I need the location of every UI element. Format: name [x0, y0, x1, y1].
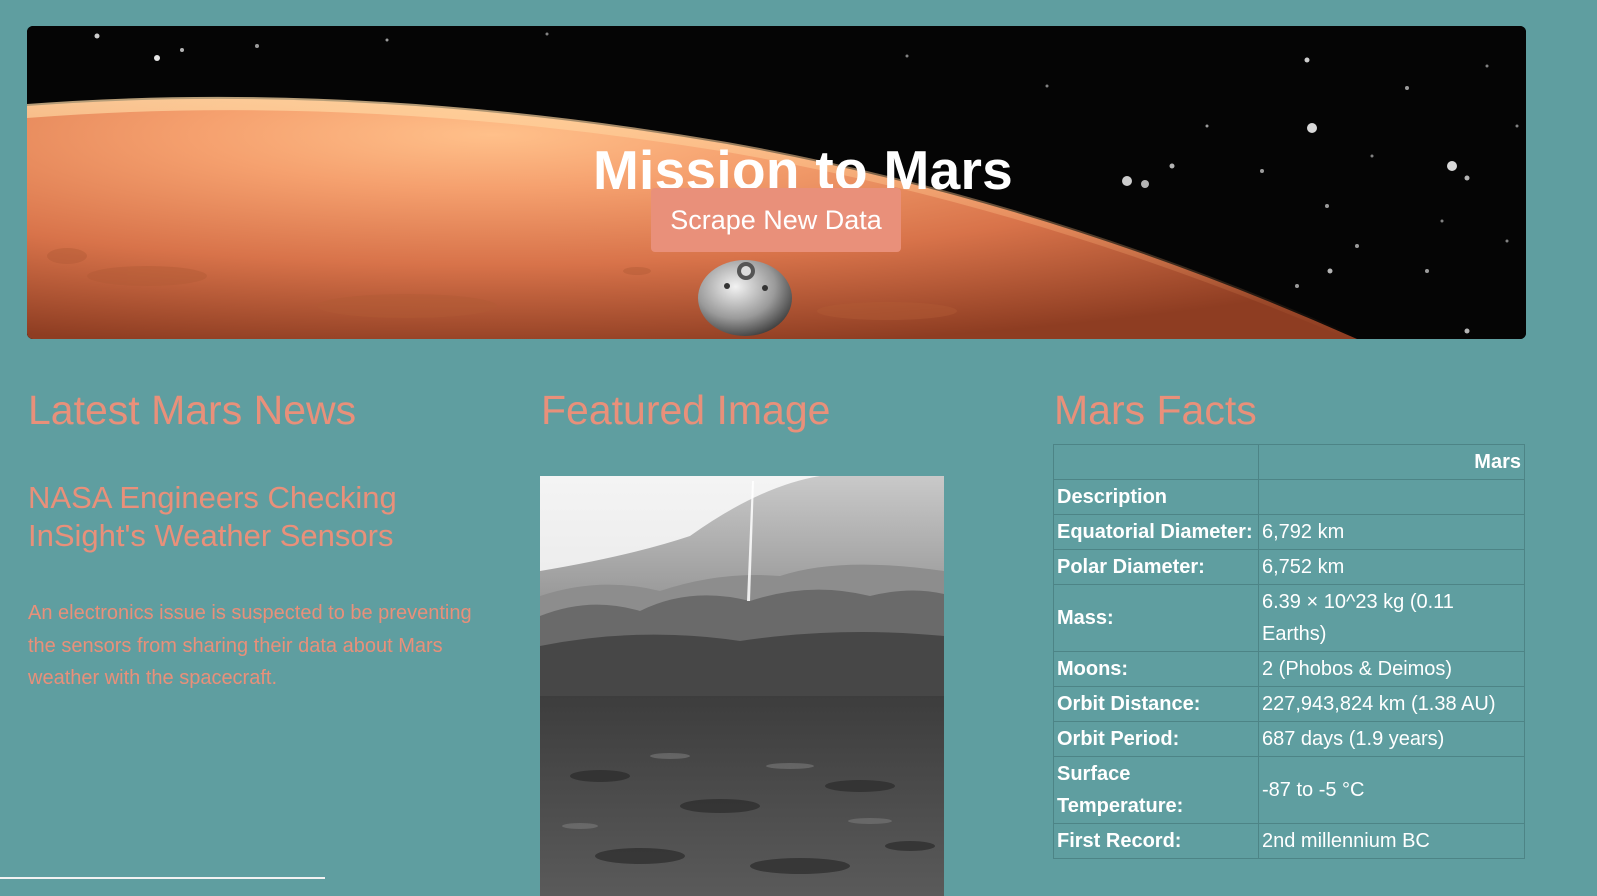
featured-image-heading: Featured Image: [541, 387, 831, 433]
fact-label: Orbit Period:: [1053, 721, 1259, 757]
mars-surface-photo: [540, 476, 944, 896]
fact-label: First Record:: [1053, 823, 1259, 859]
featured-image[interactable]: [540, 476, 944, 896]
fact-label: Equatorial Diameter:: [1053, 514, 1259, 550]
table-row: Moons: 2 (Phobos & Deimos): [1053, 651, 1525, 687]
fact-label: Polar Diameter:: [1053, 549, 1259, 585]
fact-label: Moons:: [1053, 651, 1259, 687]
fact-value: 2 (Phobos & Deimos): [1258, 651, 1525, 687]
fact-value: 2nd millennium BC: [1258, 823, 1525, 859]
table-row: Polar Diameter: 6,752 km: [1053, 549, 1525, 585]
fact-value: 6,752 km: [1258, 549, 1525, 585]
table-row: Equatorial Diameter: 6,792 km: [1053, 514, 1525, 550]
table-row: Orbit Period: 687 days (1.9 years): [1053, 721, 1525, 757]
fact-label: Description: [1053, 479, 1259, 515]
fact-label: Mass:: [1053, 584, 1259, 652]
mars-facts-heading: Mars Facts: [1054, 387, 1257, 433]
table-row: Mass: 6.39 × 10^23 kg (0.11 Earths): [1053, 584, 1525, 652]
news-title: NASA Engineers Checking InSight's Weathe…: [28, 480, 397, 553]
fact-value: 227,943,824 km (1.38 AU): [1258, 686, 1525, 722]
latest-news-heading: Latest Mars News: [28, 387, 357, 433]
table-row: First Record: 2nd millennium BC: [1053, 823, 1525, 859]
fact-label: Orbit Distance:: [1053, 686, 1259, 722]
table-header-mars: Mars: [1258, 444, 1525, 480]
table-row: Surface Temperature: -87 to -5 °C: [1053, 756, 1525, 824]
table-row: Orbit Distance: 227,943,824 km (1.38 AU): [1053, 686, 1525, 722]
fact-value: 6.39 × 10^23 kg (0.11 Earths): [1258, 584, 1525, 652]
hero-banner: Mission to Mars Scrape New Data: [27, 26, 1526, 339]
page: Mission to Mars Scrape New Data Latest M…: [0, 0, 1597, 896]
fact-value: -87 to -5 °C: [1258, 756, 1525, 824]
fact-value: [1258, 479, 1525, 515]
table-row: Description: [1053, 479, 1525, 515]
news-teaser: An electronics issue is suspected to be …: [28, 602, 472, 689]
fact-value: 6,792 km: [1258, 514, 1525, 550]
scrape-new-data-button[interactable]: Scrape New Data: [651, 188, 901, 252]
capsule-image: [698, 260, 792, 336]
fact-label: Surface Temperature:: [1053, 756, 1259, 824]
table-header-row: Mars: [1053, 444, 1525, 480]
table-header-empty: [1053, 444, 1259, 480]
fact-value: 687 days (1.9 years): [1258, 721, 1525, 757]
horizontal-scrollbar[interactable]: [0, 877, 325, 879]
mars-facts-table: Mars Description Equatorial Diameter: 6,…: [1053, 444, 1525, 859]
